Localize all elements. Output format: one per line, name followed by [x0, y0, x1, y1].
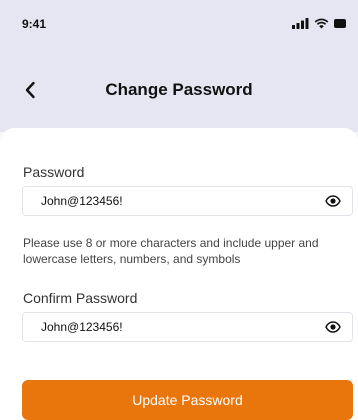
password-input[interactable] — [23, 187, 313, 215]
password-hint: Please use 8 or more characters and incl… — [23, 236, 319, 266]
battery-icon — [334, 18, 346, 28]
confirm-password-visibility-toggle[interactable] — [324, 319, 342, 335]
password-label: Password — [23, 164, 85, 180]
wifi-icon — [314, 18, 329, 28]
update-password-button[interactable]: Update Password — [22, 380, 353, 420]
confirm-password-label: Confirm Password — [23, 290, 138, 306]
page-title: Change Password — [105, 80, 253, 99]
confirm-password-input[interactable] — [23, 313, 313, 341]
password-visibility-toggle[interactable] — [324, 193, 342, 209]
password-field — [22, 186, 353, 216]
status-icons — [292, 17, 346, 29]
eye-icon — [325, 321, 341, 333]
signal-icon — [292, 17, 309, 29]
eye-icon — [325, 195, 341, 207]
status-time: 9:41 — [22, 17, 47, 31]
confirm-password-field — [22, 312, 353, 342]
status-bar: 9:41 — [0, 0, 358, 44]
nav-bar: Change Password — [0, 72, 358, 108]
